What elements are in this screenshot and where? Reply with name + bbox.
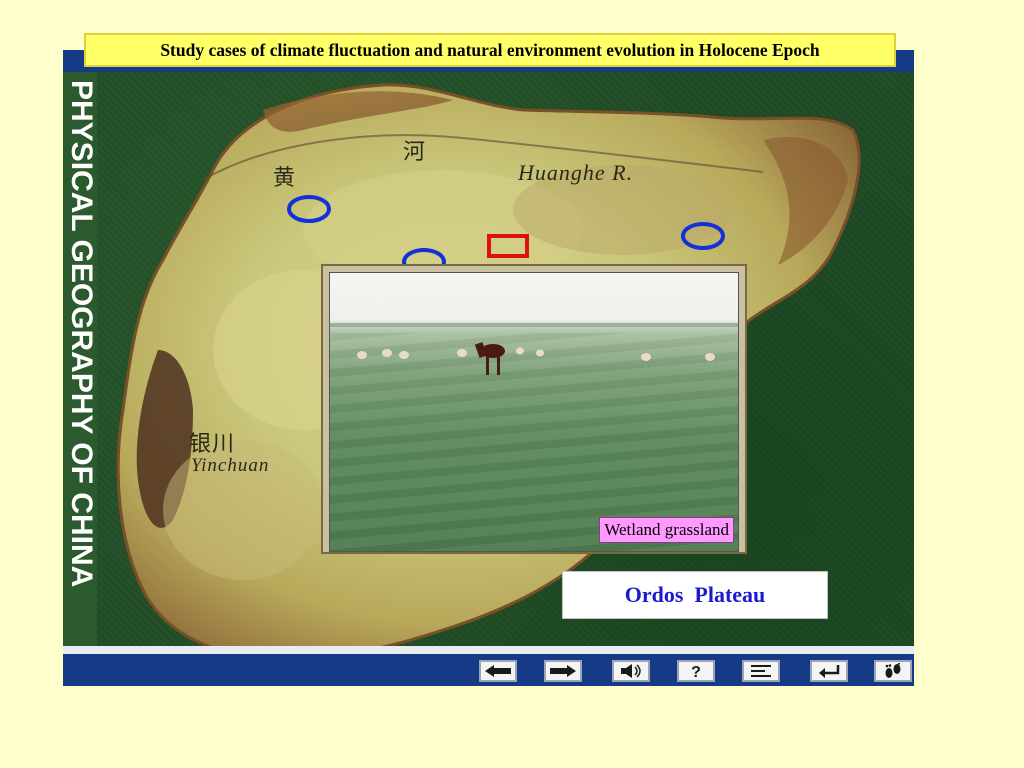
photo-caption: Wetland grassland <box>599 517 734 543</box>
sound-button[interactable] <box>612 660 650 682</box>
footprints-icon <box>885 663 901 678</box>
help-icon: ? <box>691 664 701 679</box>
svg-text:?: ? <box>691 664 701 679</box>
sheep <box>516 347 524 355</box>
huanghe-cn-label-2: 河 <box>403 139 427 164</box>
horse-leg <box>486 355 489 375</box>
arrow-left-icon <box>485 665 511 677</box>
region-label: Ordos Plateau <box>562 571 828 619</box>
sheep <box>382 349 392 357</box>
slide-title: Study cases of climate fluctuation and n… <box>84 33 896 67</box>
forward-button[interactable] <box>544 660 582 682</box>
yinchuan-cn-label: 银川 <box>189 431 236 456</box>
huanghe-cn-label-1: 黄 <box>273 165 297 190</box>
return-button[interactable] <box>810 660 848 682</box>
return-icon <box>819 665 840 678</box>
sheep <box>536 349 544 357</box>
bottom-band <box>63 646 914 654</box>
sheep <box>457 349 467 357</box>
exit-button[interactable] <box>874 660 912 682</box>
sheep-flock <box>357 347 715 361</box>
photo-scene <box>330 323 738 375</box>
yinchuan-en-label: Yinchuan <box>191 455 270 476</box>
photo-frame: Wetland grassland <box>321 264 747 554</box>
speaker-icon <box>621 664 641 678</box>
sheep <box>399 351 409 359</box>
arrow-right-icon <box>550 665 576 677</box>
menu-button[interactable] <box>742 660 780 682</box>
huanghe-en-label: Huanghe R. <box>518 160 634 185</box>
horizon-line <box>330 323 738 327</box>
menu-icon <box>751 665 771 677</box>
horse-leg <box>497 355 500 375</box>
sheep <box>357 351 367 359</box>
sheep <box>705 353 715 361</box>
back-button[interactable] <box>479 660 517 682</box>
grassland-photo: Wetland grassland <box>329 272 739 552</box>
help-button[interactable]: ? <box>677 660 715 682</box>
sheep <box>641 353 651 361</box>
horse <box>474 342 505 375</box>
